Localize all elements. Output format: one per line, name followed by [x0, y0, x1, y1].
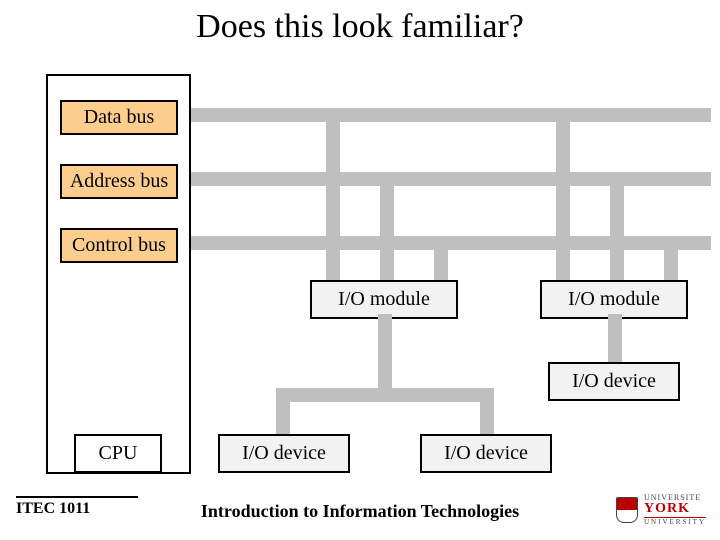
address-bus-label-box: Address bus	[60, 164, 178, 199]
footer-rule	[16, 496, 138, 498]
io-device-1-box: I/O device	[218, 434, 350, 473]
io-module-2-label: I/O module	[568, 288, 660, 310]
device-bus-line-left	[276, 388, 494, 402]
logo-mid: YORK	[644, 502, 706, 516]
io-device-2-label: I/O device	[444, 442, 528, 464]
data-bus-label: Data bus	[84, 106, 155, 128]
io-device-3-box: I/O device	[548, 362, 680, 401]
io-module-1-label: I/O module	[338, 288, 430, 310]
address-bus-label: Address bus	[70, 170, 168, 192]
slide-title: Does this look familiar?	[0, 8, 720, 46]
address-bus-line	[191, 172, 711, 186]
connector	[480, 388, 494, 436]
cpu-box: CPU	[74, 434, 162, 473]
data-bus-line	[191, 108, 711, 122]
logo-text: UNIVERSITE YORK UNIVERSITY	[644, 494, 706, 526]
data-bus-label-box: Data bus	[60, 100, 178, 135]
shield-icon	[616, 497, 638, 523]
connector	[276, 388, 290, 436]
control-bus-label: Control bus	[72, 234, 166, 256]
control-bus-label-box: Control bus	[60, 228, 178, 263]
control-bus-line	[191, 236, 711, 250]
connector	[378, 314, 392, 392]
io-device-2-box: I/O device	[420, 434, 552, 473]
slide: Does this look familiar? Data bus Addres…	[0, 0, 720, 540]
connector	[326, 108, 340, 280]
connector	[434, 236, 448, 280]
york-logo: UNIVERSITE YORK UNIVERSITY	[616, 494, 706, 526]
io-device-1-label: I/O device	[242, 442, 326, 464]
connector	[556, 108, 570, 280]
connector	[608, 314, 622, 364]
connector	[610, 172, 624, 280]
logo-bot: UNIVERSITY	[644, 517, 706, 526]
connector	[380, 172, 394, 280]
footer-subtitle: Introduction to Information Technologies	[0, 501, 720, 522]
cpu-label: CPU	[99, 442, 138, 464]
io-device-3-label: I/O device	[572, 370, 656, 392]
connector	[664, 236, 678, 280]
